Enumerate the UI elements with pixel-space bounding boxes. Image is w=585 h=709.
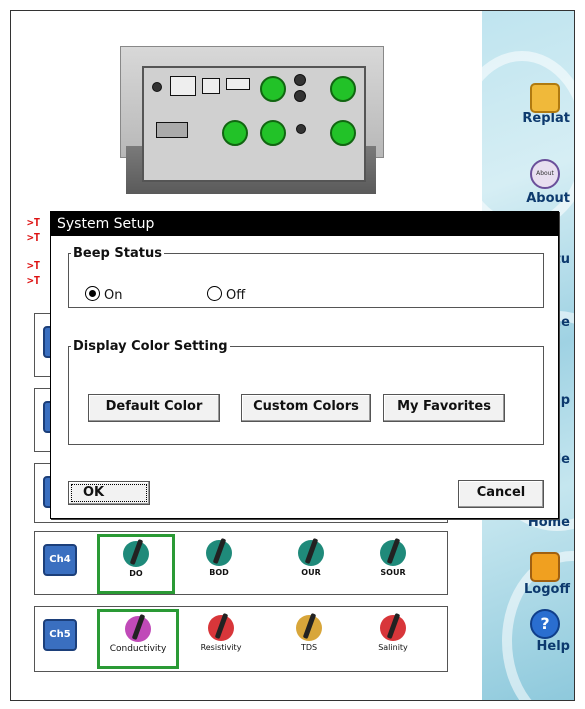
sensor-salinity[interactable]: Salinity [357,611,429,663]
sidebar-item-logoff[interactable]: Logoff [482,552,574,597]
sidebar-item-label: About [526,191,570,206]
beep-status-legend: Beep Status [73,246,162,261]
probe-icon [380,540,406,566]
green-connector [330,120,356,146]
green-connector [330,76,356,102]
log-line: >T [27,259,41,272]
cancel-button[interactable]: Cancel [458,480,544,508]
sensor-label: OUR [301,568,321,577]
ok-button[interactable]: OK [68,481,150,505]
sensor-our[interactable]: OUR [275,536,347,588]
probe-icon [296,615,322,641]
power-port [152,82,162,92]
sidebar-item-label: Help [536,639,570,654]
green-connector [222,120,248,146]
sensor-label: SOUR [380,568,406,577]
key-icon [530,552,560,582]
green-connector [260,120,286,146]
replay-icon [530,83,560,113]
jack-port [294,90,306,102]
green-connector [260,76,286,102]
log-line: >T [27,216,41,229]
sensor-label: BOD [209,568,229,577]
sensor-resistivity[interactable]: Resistivity [185,611,257,663]
probe-icon [380,615,406,641]
custom-colors-button[interactable]: Custom Colors [241,394,371,422]
sensor-do[interactable]: DO [97,534,175,594]
serial-port [156,122,188,138]
probe-icon [206,540,232,566]
about-icon: About [530,159,560,189]
app-screen: Replat About About etu nne etup ofile Ho… [10,10,575,701]
default-color-button[interactable]: Default Color [88,394,220,422]
radio-selected-icon [85,286,100,301]
sensor-label: Salinity [378,643,408,652]
beep-on-label: On [104,288,123,303]
usb-a-port [226,78,250,90]
beep-status-group: Beep Status [68,246,544,308]
probe-icon [208,615,234,641]
usb-port [202,78,220,94]
ethernet-port [170,76,196,96]
beep-on-radio[interactable]: On [85,286,122,303]
channel-row-ch5: Ch5 Conductivity Resistivity TDS Salinit… [34,606,448,672]
probe-icon [123,541,149,567]
sensor-bod[interactable]: BOD [183,536,255,588]
log-line: >T [27,231,41,244]
sidebar-item-replay[interactable]: Replat [482,83,574,126]
channel-badge[interactable]: Ch4 [43,544,77,576]
jack-port [294,74,306,86]
sensor-label: Conductivity [109,644,167,654]
sensor-tds[interactable]: TDS [273,611,345,663]
device-image [120,46,384,194]
sidebar-item-label: Logoff [524,582,570,597]
sidebar-item-help[interactable]: ? Help [482,609,574,654]
beep-off-label: Off [226,288,246,303]
beep-off-radio[interactable]: Off [207,286,245,303]
probe-icon [125,616,151,642]
radio-unselected-icon [207,286,222,301]
sensor-label: DO [129,569,143,578]
system-setup-dialog: System Setup Beep Status On Off Display … [50,211,559,519]
dialog-title: System Setup [51,212,558,236]
sidebar-item-about[interactable]: About About [482,159,574,206]
display-color-group: Display Color Setting [68,339,544,445]
display-color-legend: Display Color Setting [73,339,228,354]
sensor-label: Resistivity [200,643,242,652]
help-icon: ? [530,609,560,639]
channel-row-ch4: Ch4 DO BOD OUR SOUR [34,531,448,595]
sensor-label: TDS [300,643,318,652]
sidebar-item-label: Replat [522,111,570,126]
log-line: >T [27,274,41,287]
sensor-sour[interactable]: SOUR [357,536,429,588]
jack-port [296,124,306,134]
sensor-conductivity[interactable]: Conductivity [97,609,179,669]
channel-badge[interactable]: Ch5 [43,619,77,651]
probe-icon [298,540,324,566]
my-favorites-button[interactable]: My Favorites [383,394,505,422]
